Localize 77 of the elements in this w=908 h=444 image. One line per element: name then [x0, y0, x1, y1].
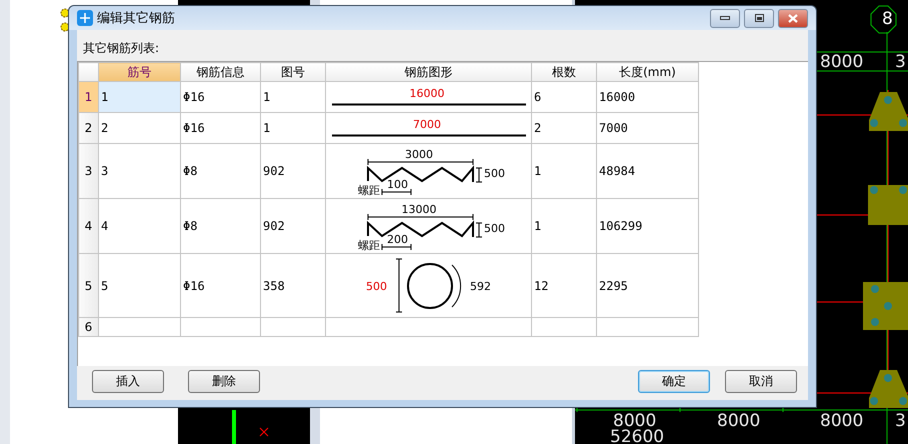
dialog-button[interactable]: 确定 [638, 370, 710, 393]
table-cell[interactable]: Φ8 [180, 198, 260, 254]
table-cell[interactable]: 12 [532, 254, 596, 318]
dialog-button[interactable]: 删除 [188, 370, 260, 393]
length-label: 7000 [413, 118, 441, 131]
minimize-button[interactable] [710, 8, 740, 28]
length-label: 13000 [402, 203, 436, 216]
dimension-label: 8000 [820, 412, 864, 430]
row-header[interactable]: 5 [78, 254, 98, 318]
length-label: 3000 [405, 148, 433, 161]
arc-length-label: 592 [470, 280, 491, 293]
row-header[interactable]: 6 [78, 318, 98, 336]
maximize-icon [754, 14, 764, 22]
table-cell[interactable]: Φ16 [180, 254, 260, 318]
table-cell[interactable]: 106299 [596, 198, 698, 254]
table-cell[interactable]: 2 [98, 112, 180, 144]
table-cell[interactable]: 358 [260, 254, 326, 318]
dimension-label: 52600 [610, 428, 664, 444]
dimension-label: 8000 [820, 53, 864, 71]
table-cell[interactable] [596, 318, 698, 336]
row-header[interactable]: 4 [78, 198, 98, 254]
height-label: 500 [484, 222, 505, 235]
table-cell[interactable]: 902 [260, 144, 326, 198]
pitch-caption: 螺距 [358, 239, 380, 252]
row-header[interactable]: 2 [78, 112, 98, 144]
pitch-label: 200 [387, 233, 408, 246]
column-header[interactable]: 钢筋信息 [180, 62, 260, 82]
close-button[interactable] [778, 8, 808, 28]
table-cell[interactable]: 4 [98, 198, 180, 254]
table-cell[interactable]: Φ16 [180, 82, 260, 112]
row-header[interactable]: 1 [78, 82, 98, 112]
table-cell[interactable]: 902 [260, 198, 326, 254]
table-cell[interactable]: 1 [532, 144, 596, 198]
close-icon [788, 14, 798, 22]
maximize-button[interactable] [744, 8, 774, 28]
table-cell[interactable]: 1 [532, 198, 596, 254]
axis-label: 8 [882, 10, 893, 28]
column-header[interactable]: 根数 [532, 62, 596, 82]
length-label: 16000 [410, 87, 444, 100]
table-cell[interactable]: 1 [260, 82, 326, 112]
dimension-label: 8000 [613, 412, 656, 430]
pitch-caption: 螺距 [358, 184, 380, 197]
height-label: 500 [484, 167, 505, 180]
column-header[interactable]: 筋号 [98, 62, 180, 82]
row-header[interactable]: 3 [78, 144, 98, 198]
table-cell[interactable]: 2295 [596, 254, 698, 318]
table-cell[interactable]: 3 [98, 144, 180, 198]
minimize-icon [720, 16, 730, 20]
dimension-label: 8000 [717, 412, 760, 430]
diameter-label: 500 [366, 280, 387, 293]
table-cell[interactable]: 1 [98, 82, 180, 112]
table-cell[interactable]: Φ8 [180, 144, 260, 198]
ring-drawing [396, 258, 462, 312]
dimension-label: 3 [895, 412, 906, 430]
dialog-button[interactable]: 取消 [725, 370, 797, 393]
table-cell[interactable] [532, 318, 596, 336]
app-icon [77, 10, 93, 26]
cad-drawing [230, 410, 270, 444]
table-cell[interactable]: 16000 [596, 82, 698, 112]
column-header[interactable]: 长度(mm) [596, 62, 698, 82]
pitch-label: 100 [387, 178, 408, 191]
table-cell[interactable] [180, 318, 260, 336]
list-label: 其它钢筋列表: [82, 40, 160, 57]
dialog-button[interactable]: 插入 [92, 370, 164, 393]
column-header[interactable]: 图号 [260, 62, 326, 82]
table-cell[interactable]: 2 [532, 112, 596, 144]
table-cell[interactable]: 5 [98, 254, 180, 318]
table-cell[interactable]: Φ16 [180, 112, 260, 144]
table-cell[interactable] [98, 318, 180, 336]
column-header[interactable]: 钢筋图形 [326, 62, 532, 82]
table-cell[interactable]: 48984 [596, 144, 698, 198]
table-cell[interactable] [260, 318, 326, 336]
table-cell[interactable]: 1 [260, 112, 326, 144]
dimension-label: 3 [895, 53, 906, 71]
table-cell[interactable]: 7000 [596, 112, 698, 144]
table-cell[interactable]: 6 [532, 82, 596, 112]
window-title: 编辑其它钢筋 [97, 10, 176, 27]
